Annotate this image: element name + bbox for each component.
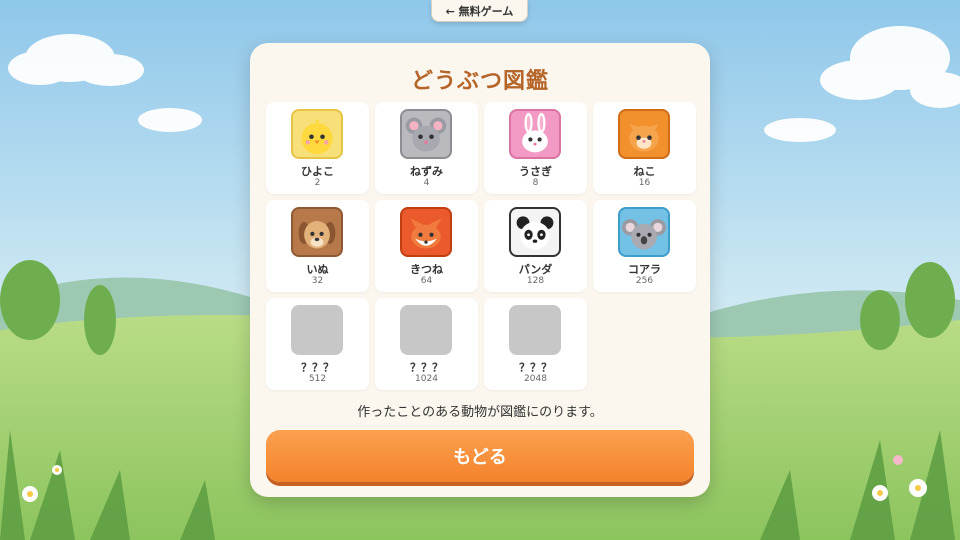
dog-icon [291,207,343,257]
animal-name: うさぎ [519,165,552,178]
animal-name: コアラ [628,263,661,276]
animal-grid: ひよこ 2 ねずみ 4 うさぎ 8 ねこ 16 いぬ 32 きつね 64 パンダ… [266,102,696,390]
collection-note: 作ったことのある動物が図鑑にのります。 [357,405,603,420]
animal-name: ねずみ [410,165,443,178]
fox-icon [400,207,452,257]
animal-name: きつね [410,263,443,276]
collection-dialog: どうぶつ図鑑 ひよこ 2 ねずみ 4 うさぎ 8 ねこ 16 いぬ 32 きつね… [250,43,710,497]
animal-card-locked: ？？？ 512 [266,298,369,390]
animal-value: 512 [308,374,327,384]
animal-card-locked: ？？？ 1024 [375,298,478,390]
back-to-free-games-button[interactable]: ← 無料ゲーム [431,0,528,22]
animal-card-cat: ねこ 16 [593,102,696,194]
mouse-icon [400,109,452,159]
animal-card-chick: ひよこ 2 [266,102,369,194]
dialog-title: どうぶつ図鑑 [410,69,549,94]
animal-name: ？？？ [410,361,443,374]
animal-value: 256 [635,276,654,286]
animal-card-koala: コアラ 256 [593,200,696,292]
locked-icon [400,305,452,355]
animal-name: ？？？ [519,361,552,374]
animal-value: 2048 [524,374,547,384]
animal-value: 16 [638,178,651,188]
animal-value: 64 [420,276,433,286]
panda-icon [509,207,561,257]
koala-icon [618,207,670,257]
animal-card-mouse: ねずみ 4 [375,102,478,194]
animal-name: パンダ [518,263,553,276]
locked-icon [509,305,561,355]
animal-name: ねこ [633,165,656,178]
animal-name: ？？？ [301,361,334,374]
animal-value: 8 [532,178,539,188]
animal-name: いぬ [306,263,329,276]
animal-card-rabbit: うさぎ 8 [484,102,587,194]
animal-card-panda: パンダ 128 [484,200,587,292]
animal-value: 2 [314,178,321,188]
animal-value: 1024 [415,374,438,384]
chick-icon [291,109,343,159]
animal-card-locked: ？？？ 2048 [484,298,587,390]
animal-name: ひよこ [301,165,334,178]
animal-card-fox: きつね 64 [375,200,478,292]
return-button[interactable]: もどる [266,430,694,482]
animal-value: 32 [311,276,324,286]
cat-icon [618,109,670,159]
animal-card-dog: いぬ 32 [266,200,369,292]
locked-icon [291,305,343,355]
rabbit-icon [509,109,561,159]
animal-value: 4 [423,178,430,188]
animal-value: 128 [526,276,545,286]
